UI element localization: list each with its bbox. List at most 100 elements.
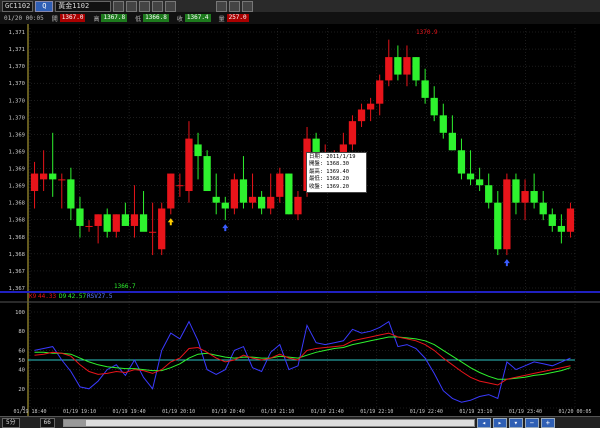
scroll-right-button[interactable]: ▸ (492, 417, 507, 428)
toolbar-button-1[interactable] (113, 0, 125, 12)
candle-body (485, 185, 493, 203)
price-tick-label: 1,368 (8, 235, 25, 241)
quote-open-value: 1367.0 (59, 14, 86, 22)
candle-body (239, 179, 248, 203)
d-label: D9 (59, 293, 67, 300)
toolbar-button-5[interactable] (165, 0, 177, 12)
indicator-tick-label: 100 (15, 310, 25, 316)
toolbar-button-8[interactable] (242, 0, 254, 12)
price-tick-label: 1,369 (8, 132, 25, 138)
candle-body (566, 208, 575, 232)
toolbar-button-4[interactable] (152, 0, 164, 12)
quote-volume-value: 257.0 (226, 14, 249, 22)
price-tick-label: 1,369 (8, 167, 25, 173)
candle-body (139, 214, 148, 232)
tooltip-close-value: 1369.20 (326, 183, 350, 190)
toolbar-button-2[interactable] (126, 0, 138, 12)
contract-select[interactable]: 黃金1102 (55, 0, 112, 12)
candle-body (285, 173, 293, 215)
candle-body (539, 202, 547, 215)
candle-body (503, 179, 511, 250)
quote-low-label: 低 (135, 15, 142, 23)
indicator-tick-label: 50 (18, 358, 25, 364)
candle-body (412, 57, 420, 81)
candle-body (194, 144, 202, 157)
candle-body (494, 202, 502, 250)
time-tick-label: 01/19 18:40 (13, 409, 46, 415)
price-tick-label: 1,368 (8, 252, 25, 258)
candlestick-chart[interactable]: 1,371 1,371 1,370 1,370 1,370 1,370 1,369 1,369… (0, 24, 600, 416)
zoom-in-button[interactable]: + (540, 417, 555, 428)
bar-count[interactable]: 66 (39, 417, 55, 428)
candle-body (276, 173, 284, 197)
quote-time: 01/20 00:05 (4, 14, 44, 22)
kd-indicator (34, 320, 571, 403)
candle-body (203, 156, 211, 192)
d-value: 42.57 (68, 293, 86, 300)
tooltip-close-label: 收盤 (309, 183, 320, 190)
price-tick-label: 1,370 (8, 81, 25, 87)
candle-body (475, 179, 484, 186)
candle-body (58, 179, 66, 181)
price-tick-label: 1,371 (8, 30, 25, 36)
signal-arrow-icon (167, 218, 174, 226)
rsv-label: RSV (87, 293, 98, 300)
chart-scrollbar[interactable] (62, 418, 475, 427)
dropdown-button[interactable]: ▾ (508, 417, 523, 428)
candle-body (457, 150, 466, 174)
symbol-input[interactable]: GC1102 (2, 0, 34, 12)
candle-body (430, 97, 438, 116)
candle-body (67, 179, 75, 209)
scrollbar-thumb[interactable] (63, 419, 86, 426)
candle-body (448, 132, 457, 151)
price-tick-label: 1,367 (8, 269, 25, 275)
tooltip-date-value: 2011/1/19 (326, 154, 356, 160)
k-label: K9 (29, 293, 37, 300)
toolbar-button-3[interactable] (139, 0, 151, 12)
time-tick-label: 01/19 21:40 (311, 409, 344, 415)
price-tick-label: 1,370 (8, 98, 25, 104)
price-tick-label: 1,368 (8, 218, 25, 224)
tooltip-low-label: 最低 (309, 176, 320, 183)
toolbar-button-7[interactable] (229, 0, 241, 12)
candle-body (348, 121, 357, 145)
quote-close-label: 收 (176, 15, 183, 23)
toolbar-button-6[interactable] (216, 0, 228, 12)
candle-body (212, 196, 220, 203)
rsv-value: 27.5 (98, 293, 113, 300)
indicator-tick-label: 40 (18, 368, 25, 374)
price-tick-label: 1,367 (8, 286, 25, 292)
indicator-tick-label: 20 (18, 387, 25, 393)
scroll-left-button[interactable]: ◂ (476, 417, 491, 428)
candle-body (366, 103, 375, 110)
zoom-out-button[interactable]: − (524, 417, 539, 428)
tooltip-open-value: 1368.30 (326, 161, 350, 168)
candle-body (267, 196, 275, 209)
high-label: 1370.9 (416, 29, 438, 36)
quote-bar: 01/20 00:05 開 1367.0 高 1367.8 低 1366.8 收… (0, 12, 600, 24)
period-select[interactable]: 5分 (2, 417, 20, 428)
indicator-axis: 10080605040200 (15, 310, 25, 412)
candle-body (557, 225, 566, 232)
quote-low-value: 1366.8 (143, 14, 169, 22)
symbol-go-button[interactable]: Q (35, 0, 54, 12)
quote-open-label: 開 (51, 15, 58, 23)
time-tick-label: 01/19 20:10 (162, 409, 195, 415)
tooltip-open-label: 開盤 (309, 161, 320, 168)
price-tick-label: 1,368 (8, 201, 25, 207)
candle-body (76, 208, 84, 226)
candle-body (49, 173, 57, 180)
time-tick-label: 01/19 19:40 (113, 409, 146, 415)
tooltip-high-value: 1369.40 (326, 168, 350, 175)
candle-body (294, 196, 302, 215)
candle-body (439, 115, 447, 133)
tooltip-date-label: 日期 (309, 154, 320, 160)
candle-body (257, 196, 266, 209)
candle-body (394, 57, 402, 75)
price-axis: 1,371 1,371 1,370 1,370 1,370 1,370 1,369 1,369… (8, 30, 25, 292)
quote-high-value: 1367.8 (101, 14, 128, 22)
time-tick-label: 01/20 00:05 (558, 409, 591, 415)
candle-body (421, 80, 429, 98)
candle-body (176, 185, 184, 187)
signal-arrow-icon (503, 259, 510, 267)
